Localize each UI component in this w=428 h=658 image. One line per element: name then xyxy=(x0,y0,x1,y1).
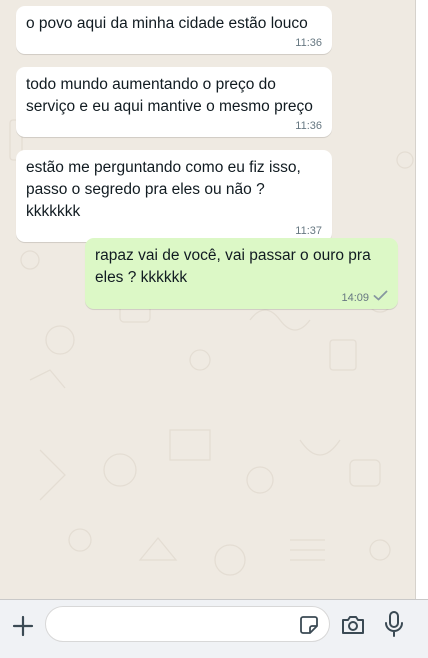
message-time: 14:09 xyxy=(341,291,369,304)
message-composer xyxy=(0,600,428,658)
message-time: 11:37 xyxy=(295,225,322,237)
message-text: rapaz vai de você, vai passar o ouro pra… xyxy=(95,247,376,286)
message-text: todo mundo aumentando o preço do serviço… xyxy=(26,76,313,115)
message-time: 11:36 xyxy=(295,37,322,49)
message-time: 11:36 xyxy=(295,120,322,132)
message-incoming[interactable]: estão me perguntando como eu fiz isso, p… xyxy=(16,150,332,242)
message-outgoing[interactable]: rapaz vai de você, vai passar o ouro pra… xyxy=(85,238,398,309)
message-input[interactable] xyxy=(45,606,330,642)
camera-icon[interactable] xyxy=(340,612,366,638)
mic-icon[interactable] xyxy=(383,610,405,638)
message-text: estão me perguntando como eu fiz isso, p… xyxy=(26,159,306,220)
single-check-icon xyxy=(373,290,388,305)
message-incoming[interactable]: o povo aqui da minha cidade estão louco … xyxy=(16,6,332,54)
plus-icon[interactable] xyxy=(10,613,36,639)
message-incoming[interactable]: todo mundo aumentando o preço do serviço… xyxy=(16,67,332,137)
sticker-icon[interactable] xyxy=(299,615,319,635)
chat-area: o povo aqui da minha cidade estão louco … xyxy=(0,0,416,599)
message-text: o povo aqui da minha cidade estão louco xyxy=(26,15,308,32)
